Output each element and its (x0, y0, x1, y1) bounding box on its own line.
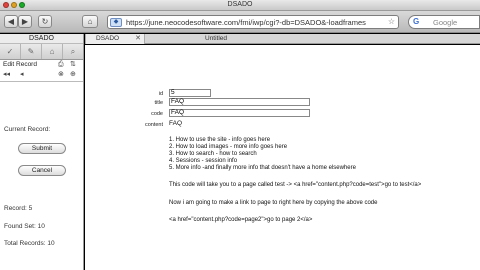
edit-record-row: Edit Record ⎙ ⇅ (0, 60, 83, 70)
sidebar-title: DSADO (0, 34, 83, 44)
first-record-icon[interactable]: ◂◂ (3, 70, 10, 80)
edit-mode-icon[interactable]: ✎ (21, 44, 42, 59)
content-line: 3. How to search - how to search (169, 151, 257, 157)
content-line: <a href="content.php?code=page2">go to p… (169, 217, 313, 223)
content-line: 4. Sessions - session info (169, 158, 238, 164)
address-bar[interactable]: ◆ https://june.neocodesoftware.com/fmi/i… (107, 15, 399, 29)
content-line: Now i am going to make a link to page to… (169, 200, 378, 206)
browser-toolbar: ◀ ▶ ↻ ⌂ ◆ https://june.neocodesoftware.c… (0, 11, 480, 33)
found-set-label: Found Set: 10 (4, 223, 45, 230)
tab-untitled[interactable]: Untitled (149, 34, 259, 44)
tab-dsado[interactable]: DSADO ✕ (85, 34, 145, 44)
tab-bar: DSADO ✕ Untitled (85, 34, 480, 44)
submit-button[interactable]: Submit (18, 143, 66, 154)
home-button[interactable]: ⌂ (82, 15, 98, 28)
record-label: Record: 5 (4, 205, 33, 212)
code-field[interactable]: FAQ (169, 109, 310, 117)
browse-mode-icon[interactable]: ✓ (0, 44, 21, 59)
search-placeholder: Google (433, 18, 458, 27)
total-records-label: Total Records: 10 (4, 240, 55, 247)
close-tab-icon[interactable]: ✕ (135, 34, 141, 44)
current-record-label: Current Record: (4, 126, 51, 133)
previous-record-icon[interactable]: ◂ (20, 70, 24, 80)
url-text[interactable]: https://june.neocodesoftware.com/fmi/iwp… (126, 18, 388, 27)
forward-button[interactable]: ▶ (18, 15, 32, 28)
content-line: 1. How to use the site - info goes here (169, 137, 271, 143)
edit-record-label: Edit Record (3, 61, 37, 68)
window-title: DSADO (227, 1, 253, 8)
back-icon: ◀ (7, 17, 15, 26)
id-field[interactable]: 5 (169, 89, 211, 97)
title-field[interactable]: FAQ (169, 98, 310, 106)
content-label: content (144, 122, 163, 128)
code-label: code (151, 111, 163, 117)
sidebar-divider (0, 81, 83, 82)
content-field-value[interactable]: FAQ (169, 120, 182, 127)
back-button[interactable]: ◀ (4, 15, 18, 28)
title-label: title (154, 100, 163, 106)
find-mode-icon[interactable]: ⌕ (63, 44, 83, 59)
content-line: This code will take you to a page called… (169, 182, 422, 188)
content-line: 2. How to load images - more info goes h… (169, 144, 288, 150)
forward-icon: ▶ (21, 17, 29, 26)
site-identity-icon[interactable]: ◆ (110, 18, 122, 27)
reload-button[interactable]: ↻ (38, 15, 52, 28)
title-bar: DSADO (0, 0, 480, 11)
reload-icon: ↻ (41, 17, 49, 26)
delete-record-icon[interactable]: ⊗ (58, 70, 64, 80)
sort-icon[interactable]: ⇅ (70, 60, 76, 70)
new-record-icon[interactable]: ⊕ (70, 70, 76, 80)
tab-label: Untitled (205, 35, 228, 42)
cancel-button[interactable]: Cancel (18, 165, 66, 176)
content-line: 5. More info -and finally more info that… (169, 165, 356, 171)
sidebar: DSADO ✓ ✎ ⌂ ⌕ Edit Record ⎙ ⇅ ◂◂ ◂ ⊗ ⊕ C… (0, 34, 84, 270)
record-content: id 5 title FAQ code FAQ content FAQ 1. H… (85, 45, 480, 270)
home-mode-icon[interactable]: ⌂ (42, 44, 63, 59)
search-bar[interactable]: G Google (408, 15, 480, 29)
google-icon[interactable]: G (413, 17, 419, 26)
bookmark-star-icon[interactable]: ☆ (388, 17, 395, 26)
nav-row: ◂◂ ◂ ⊗ ⊕ (0, 70, 83, 80)
sidebar-toolbar: ✓ ✎ ⌂ ⌕ (0, 44, 83, 60)
home-icon: ⌂ (87, 17, 93, 26)
id-label: id (158, 91, 163, 97)
tab-label: DSADO (96, 35, 120, 42)
browser-window: DSADO ◀ ▶ ↻ ⌂ ◆ https://june.neocodesoft… (0, 0, 480, 270)
print-icon[interactable]: ⎙ (58, 60, 64, 70)
